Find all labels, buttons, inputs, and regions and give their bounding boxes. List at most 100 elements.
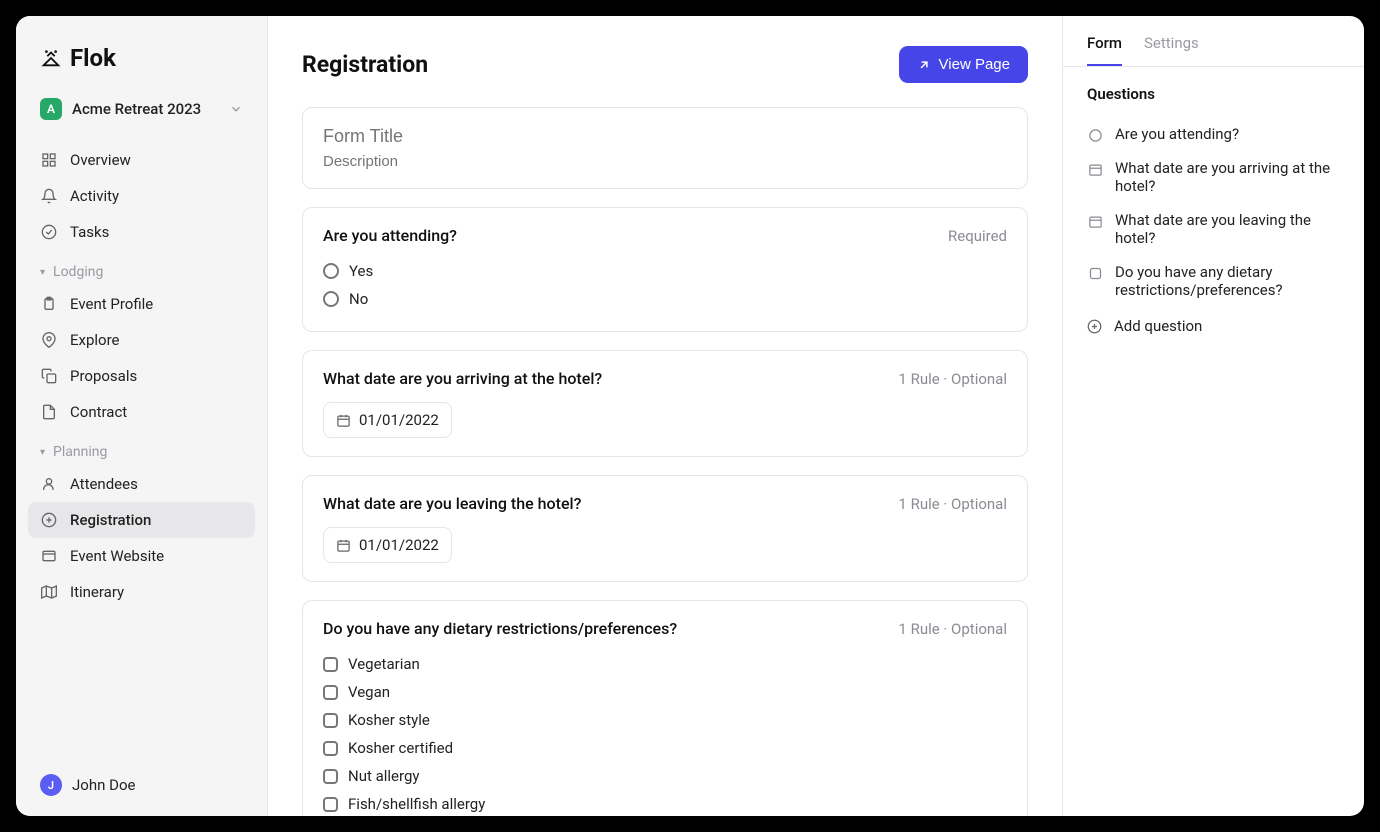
tab-form[interactable]: Form: [1087, 34, 1122, 66]
main-content: Registration View Page Are you attending…: [268, 16, 1062, 816]
date-value: 01/01/2022: [359, 536, 439, 554]
right-panel: Form Settings Questions Are you attendin…: [1062, 16, 1364, 816]
sidebar-item-label: Itinerary: [70, 583, 124, 601]
chevron-down-icon: [229, 102, 243, 116]
question-meta: 1 Rule · Optional: [898, 620, 1007, 638]
radio-icon: [1087, 127, 1103, 143]
question-title: What date are you leaving the hotel?: [323, 494, 581, 513]
sidebar-item-label: Activity: [70, 187, 119, 205]
question-nav-label: Do you have any dietary restrictions/pre…: [1115, 263, 1340, 299]
tab-settings[interactable]: Settings: [1144, 34, 1199, 66]
avatar: J: [40, 774, 62, 796]
question-nav-label: What date are you leaving the hotel?: [1115, 211, 1340, 247]
section-lodging[interactable]: ▾ Lodging: [28, 250, 255, 286]
checkbox-icon: [323, 713, 338, 728]
chevron-down-icon: ▾: [40, 447, 45, 458]
sidebar-item-label: Attendees: [70, 475, 138, 493]
checkbox-option[interactable]: Kosher style: [323, 706, 1007, 734]
calendar-icon: [1087, 161, 1103, 177]
checkbox-option[interactable]: Vegetarian: [323, 650, 1007, 678]
sidebar-item-attendees[interactable]: Attendees: [28, 466, 255, 502]
question-card[interactable]: Do you have any dietary restrictions/pre…: [302, 600, 1028, 816]
checkbox-icon: [1087, 265, 1103, 281]
radio-option[interactable]: No: [323, 285, 1007, 313]
grid-icon: [40, 151, 58, 169]
sidebar-item-label: Proposals: [70, 367, 137, 385]
user-menu[interactable]: J John Doe: [16, 758, 267, 816]
sidebar-item-activity[interactable]: Activity: [28, 178, 255, 214]
section-label: Planning: [53, 444, 107, 460]
checkbox-icon: [323, 657, 338, 672]
sidebar-item-registration[interactable]: Registration: [28, 502, 255, 538]
sidebar-item-event-website[interactable]: Event Website: [28, 538, 255, 574]
option-label: Vegetarian: [348, 655, 420, 673]
sidebar-item-label: Overview: [70, 151, 131, 169]
page-title: Registration: [302, 51, 428, 78]
question-title: What date are you arriving at the hotel?: [323, 369, 602, 388]
user-icon: [40, 475, 58, 493]
sidebar-item-proposals[interactable]: Proposals: [28, 358, 255, 394]
question-title: Are you attending?: [323, 226, 457, 245]
option-label: Kosher style: [348, 711, 430, 729]
view-page-label: View Page: [939, 56, 1010, 73]
radio-option[interactable]: Yes: [323, 257, 1007, 285]
panel-section-label: Questions: [1087, 85, 1340, 103]
section-planning[interactable]: ▾ Planning: [28, 430, 255, 466]
plus-circle-icon: [40, 511, 58, 529]
map-pin-icon: [40, 331, 58, 349]
workspace-selector[interactable]: A Acme Retreat 2023: [16, 90, 267, 134]
checkbox-option[interactable]: Fish/shellfish allergy: [323, 790, 1007, 816]
checkbox-option[interactable]: Kosher certified: [323, 734, 1007, 762]
option-label: No: [349, 290, 368, 308]
calendar-icon: [336, 413, 351, 428]
sidebar-item-contract[interactable]: Contract: [28, 394, 255, 430]
form-header-card[interactable]: [302, 107, 1028, 189]
question-nav-item[interactable]: What date are you leaving the hotel?: [1087, 203, 1340, 255]
checkbox-icon: [323, 685, 338, 700]
sidebar-item-itinerary[interactable]: Itinerary: [28, 574, 255, 610]
checkbox-option[interactable]: Nut allergy: [323, 762, 1007, 790]
date-input[interactable]: 01/01/2022: [323, 527, 452, 563]
question-nav-item[interactable]: Do you have any dietary restrictions/pre…: [1087, 255, 1340, 307]
workspace-name: Acme Retreat 2023: [72, 100, 219, 118]
sidebar-item-explore[interactable]: Explore: [28, 322, 255, 358]
option-label: Nut allergy: [348, 767, 419, 785]
question-card[interactable]: What date are you leaving the hotel? 1 R…: [302, 475, 1028, 582]
question-nav-item[interactable]: Are you attending?: [1087, 117, 1340, 151]
radio-icon: [323, 263, 339, 279]
file-icon: [40, 403, 58, 421]
sidebar-item-tasks[interactable]: Tasks: [28, 214, 255, 250]
calendar-icon: [336, 538, 351, 553]
date-input[interactable]: 01/01/2022: [323, 402, 452, 438]
question-card[interactable]: What date are you arriving at the hotel?…: [302, 350, 1028, 457]
form-description-input[interactable]: [323, 153, 1007, 170]
radio-icon: [323, 291, 339, 307]
question-nav-item[interactable]: What date are you arriving at the hotel?: [1087, 151, 1340, 203]
add-question-button[interactable]: Add question: [1087, 307, 1340, 345]
sidebar-item-label: Contract: [70, 403, 127, 421]
question-meta: Required: [948, 227, 1007, 245]
map-icon: [40, 583, 58, 601]
view-page-button[interactable]: View Page: [899, 46, 1028, 83]
question-nav-label: What date are you arriving at the hotel?: [1115, 159, 1340, 195]
brand-icon: [40, 47, 62, 69]
question-title: Do you have any dietary restrictions/pre…: [323, 619, 677, 638]
window-icon: [40, 547, 58, 565]
sidebar-item-overview[interactable]: Overview: [28, 142, 255, 178]
question-card[interactable]: Are you attending? Required Yes No: [302, 207, 1028, 332]
plus-circle-icon: [1087, 319, 1102, 334]
sidebar-item-event-profile[interactable]: Event Profile: [28, 286, 255, 322]
sidebar-item-label: Event Website: [70, 547, 164, 565]
chevron-down-icon: ▾: [40, 267, 45, 278]
form-title-input[interactable]: [323, 126, 1007, 147]
add-question-label: Add question: [1114, 317, 1202, 335]
copy-icon: [40, 367, 58, 385]
checkbox-icon: [323, 797, 338, 812]
user-name: John Doe: [72, 776, 135, 794]
option-label: Kosher certified: [348, 739, 453, 757]
option-label: Vegan: [348, 683, 390, 701]
arrow-up-right-icon: [917, 58, 931, 72]
brand: Flok: [16, 16, 267, 90]
checkbox-option[interactable]: Vegan: [323, 678, 1007, 706]
sidebar: Flok A Acme Retreat 2023 Overview Activi…: [16, 16, 268, 816]
